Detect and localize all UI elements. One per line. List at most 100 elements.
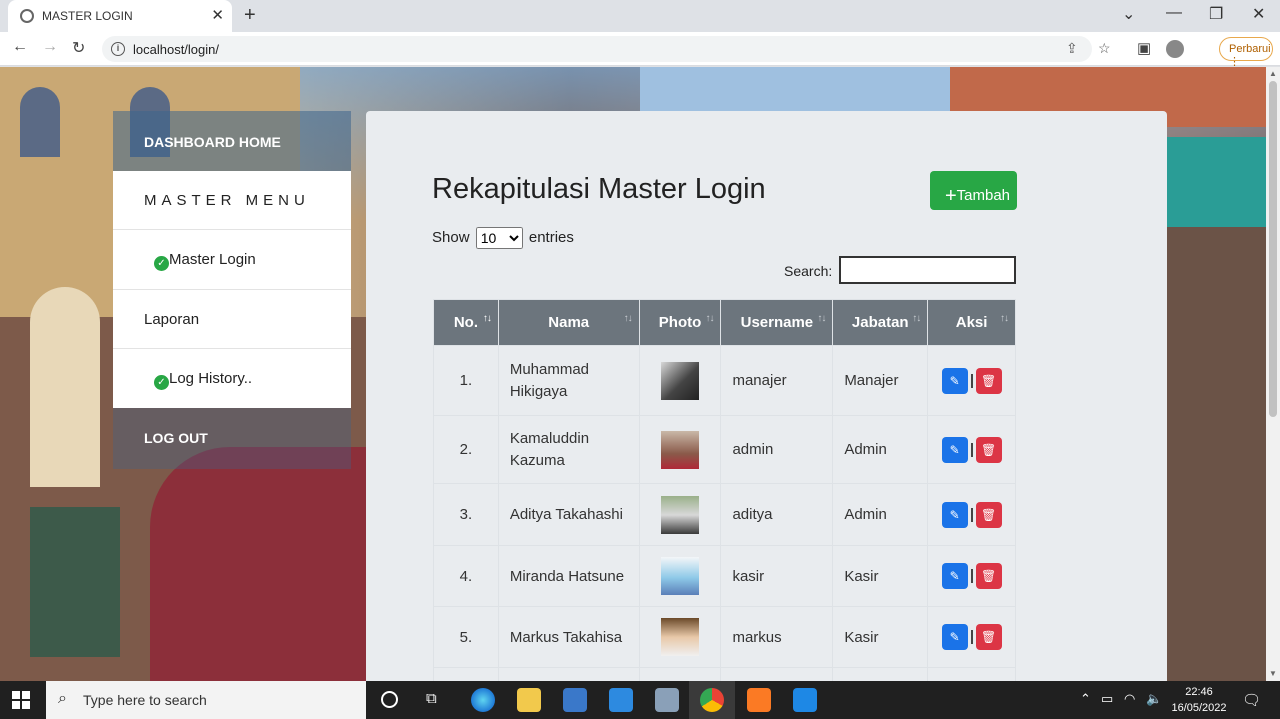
trash-icon[interactable]: 🗑: [975, 436, 1002, 463]
reload-icon[interactable]: ↻: [72, 38, 85, 58]
column-header-no[interactable]: No. ↑↓: [433, 299, 499, 346]
edit-icon[interactable]: ✎: [941, 367, 968, 394]
cell-username: aditya: [720, 483, 834, 546]
add-button[interactable]: +Tambah: [930, 171, 1017, 210]
close-tab-icon[interactable]: ✕: [211, 6, 224, 24]
update-button[interactable]: Perbarui ⋮: [1219, 37, 1273, 68]
forward-arrow-icon[interactable]: →: [42, 38, 58, 56]
edge-icon[interactable]: [471, 688, 495, 712]
sort-icon: ↑↓: [623, 313, 633, 324]
trash-icon[interactable]: 🗑: [975, 624, 1002, 650]
mail-icon[interactable]: [609, 688, 633, 712]
action-separator: [970, 373, 973, 388]
column-header-jabatan[interactable]: Jabatan ↑↓: [832, 299, 929, 346]
search-icon: ⌕: [58, 690, 67, 707]
column-header-username[interactable]: Username ↑↓: [720, 299, 834, 346]
edit-icon[interactable]: ✎: [941, 624, 968, 650]
cell-aksi: [927, 667, 1016, 681]
battery-icon[interactable]: ▭: [1101, 691, 1113, 707]
browser-toolbar: ← → ↻ i localhost/login/ ⇪ ☆ ▣ Perbarui …: [0, 32, 1280, 68]
windows-start-icon[interactable]: [12, 691, 30, 709]
cell-no: 3.: [433, 483, 499, 546]
logout-link[interactable]: LOG OUT: [113, 408, 351, 469]
minimize-icon[interactable]: —: [1166, 4, 1182, 22]
cell-no: 2.: [433, 415, 499, 484]
user-photo: [661, 430, 700, 469]
notification-icon[interactable]: 🗨: [1242, 691, 1261, 709]
edit-icon[interactable]: ✎: [941, 563, 968, 589]
taskbar-search-box[interactable]: ⌕ Type here to search: [46, 681, 366, 719]
cell-nama: [497, 667, 640, 681]
page-title: Rekapitulasi Master Login: [432, 173, 766, 205]
cell-aksi: ✎ 🗑: [927, 483, 1016, 546]
cell-no: 4.: [433, 545, 499, 607]
user-photo: [661, 495, 700, 534]
search-input[interactable]: [839, 256, 1016, 284]
maximize-icon[interactable]: ❐: [1209, 4, 1223, 24]
file-explorer-icon[interactable]: [517, 688, 541, 712]
info-icon[interactable]: i: [111, 42, 125, 56]
sidebar-item-laporan[interactable]: Laporan: [113, 290, 351, 349]
plus-icon: +: [944, 184, 957, 207]
sidebar-item-label: Laporan: [144, 311, 200, 328]
entries-select[interactable]: 10: [475, 227, 523, 249]
side-panel-icon[interactable]: ▣: [1137, 39, 1151, 57]
cell-username: admin: [720, 415, 834, 484]
volume-icon[interactable]: 🔈: [1146, 691, 1162, 707]
show-label: Show: [432, 229, 470, 246]
sort-asc-icon: ↑↓: [482, 313, 492, 324]
photos-app-icon[interactable]: [655, 688, 679, 712]
xampp-icon[interactable]: [747, 688, 771, 712]
master-login-table: No. ↑↓ Nama ↑↓ Photo ↑↓ Username ↑↓ Jabatan ↑…: [433, 299, 1016, 681]
share-icon[interactable]: ⇪: [1066, 40, 1078, 57]
clock-date: 16/05/2022: [1171, 702, 1227, 714]
column-header-nama[interactable]: Nama ↑↓: [497, 299, 640, 346]
entries-length-control: Show 10 entries: [432, 227, 574, 249]
sidebar-item-log-history[interactable]: ✓ Log History..: [113, 349, 351, 408]
page-scrollbar[interactable]: ▲ ▼: [1266, 67, 1280, 681]
action-separator: [970, 569, 973, 583]
edit-icon[interactable]: ✎: [941, 436, 968, 463]
browser-tab[interactable]: MASTER LOGIN ✕: [8, 0, 232, 32]
scrollbar-thumb[interactable]: [1269, 81, 1277, 417]
wifi-icon[interactable]: ◠: [1124, 691, 1135, 707]
background-cafe-interior: [1167, 227, 1266, 681]
new-tab-icon[interactable]: +: [244, 4, 256, 27]
edit-icon[interactable]: ✎: [941, 501, 968, 528]
control-panel-icon[interactable]: [793, 688, 817, 712]
chrome-taskbar-active[interactable]: [689, 681, 735, 719]
cortana-icon[interactable]: [381, 691, 398, 708]
scroll-down-icon[interactable]: ▼: [1269, 669, 1277, 678]
sort-icon: ↑↓: [912, 313, 921, 324]
microsoft-store-icon[interactable]: [563, 688, 587, 712]
column-header-photo[interactable]: Photo ↑↓: [638, 299, 722, 346]
header-label: Nama: [548, 314, 590, 331]
background-character: [150, 447, 366, 681]
add-button-label: Tambah: [956, 186, 1011, 204]
cell-photo: [638, 345, 722, 416]
dashboard-home-label: DASHBOARD HOME: [144, 134, 281, 150]
task-view-icon[interactable]: ⧉: [426, 690, 437, 707]
url-text: localhost/login/: [133, 42, 219, 57]
tab-search-chevron-icon[interactable]: ⌄: [1122, 4, 1135, 24]
cell-nama: Kamaluddin Kazuma: [497, 415, 640, 484]
profile-avatar-icon[interactable]: [1166, 40, 1184, 58]
cell-nama: Miranda Hatsune: [497, 545, 640, 607]
back-arrow-icon[interactable]: ←: [12, 38, 28, 56]
cell-no: [433, 667, 499, 681]
action-separator: [970, 630, 973, 644]
sidebar-item-master-login[interactable]: ✓ Master Login: [113, 230, 351, 290]
tray-chevron-icon[interactable]: ⌃: [1080, 691, 1091, 707]
address-bar[interactable]: i localhost/login/ ⇪ ☆: [102, 36, 1111, 62]
column-header-aksi[interactable]: Aksi ↑↓: [927, 299, 1016, 346]
action-separator: [970, 442, 973, 457]
system-clock[interactable]: 22:46 16/05/2022: [1171, 684, 1227, 716]
close-window-icon[interactable]: ✕: [1252, 4, 1265, 24]
dashboard-home-link[interactable]: DASHBOARD HOME: [113, 111, 351, 171]
trash-icon[interactable]: 🗑: [975, 501, 1002, 528]
trash-icon[interactable]: 🗑: [975, 367, 1002, 394]
scroll-up-icon[interactable]: ▲: [1269, 69, 1277, 78]
trash-icon[interactable]: 🗑: [975, 563, 1002, 589]
bookmark-star-icon[interactable]: ☆: [1098, 40, 1111, 57]
cell-photo: [638, 606, 722, 668]
